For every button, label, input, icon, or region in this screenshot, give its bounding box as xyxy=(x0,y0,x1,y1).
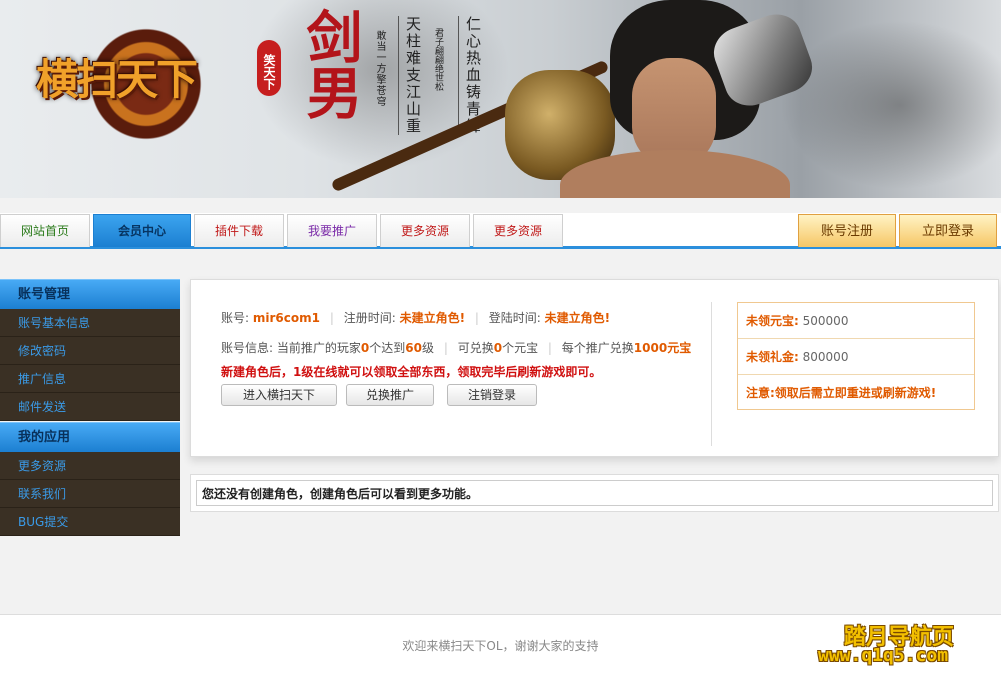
register-time-value: 未建立角色! xyxy=(399,311,466,325)
info-promoted-count: 0 xyxy=(360,341,370,355)
separator: | xyxy=(547,341,552,355)
unclaimed-yuanbao-value: 500000 xyxy=(802,314,849,328)
info-text-d: 可兑换 xyxy=(457,341,494,355)
verse-small-2: 君子翩翩绝世松 xyxy=(433,28,443,91)
register-button[interactable]: 账号注册 xyxy=(798,214,896,247)
game-logo: 横扫天下 xyxy=(36,55,198,104)
tab-more-resources-2[interactable]: 更多资源 xyxy=(473,214,563,247)
info-text-b: 个达到 xyxy=(369,341,406,355)
vertical-divider xyxy=(711,302,712,446)
new-role-warning: 新建角色后，1级在线就可以领取全部东西，领取完毕后刷新游戏即可。 xyxy=(221,365,602,379)
account-row: 账号: mir6com1 | 注册时间: 未建立角色! | 登陆时间: 未建立角… xyxy=(221,309,610,326)
login-button[interactable]: 立即登录 xyxy=(899,214,997,247)
sidebar-section-account: 账号管理 xyxy=(0,279,180,309)
info-text-c: 级 xyxy=(421,341,434,355)
sidebar: 账号管理 账号基本信息 修改密码 推广信息 邮件发送 我的应用 更多资源 联系我… xyxy=(0,279,180,536)
info-level: 60 xyxy=(405,341,422,355)
unclaimed-gold-value: 800000 xyxy=(802,350,849,364)
sidebar-item-contact[interactable]: 联系我们 xyxy=(0,480,180,508)
tab-home[interactable]: 网站首页 xyxy=(0,214,90,247)
info-text-f: 每个推广兑换 xyxy=(561,341,634,355)
separator: | xyxy=(329,311,334,325)
verse-1: 天柱难支江山重 xyxy=(398,16,424,135)
login-time-label: 登陆时间: xyxy=(488,311,541,325)
main-nav: 网站首页 会员中心 插件下载 我要推广 更多资源 更多资源 账号注册 立即登录 xyxy=(0,213,1001,249)
enter-game-button[interactable]: 进入横扫天下 xyxy=(221,384,337,406)
calligraphy-title: 剑男 xyxy=(297,8,363,120)
no-role-notice: 您还没有创建角色，创建角色后可以看到更多功能。 xyxy=(196,480,993,506)
unclaimed-gold-row: 未领礼金: 800000 xyxy=(738,339,974,375)
tab-promote[interactable]: 我要推广 xyxy=(287,214,377,247)
notice-panel: 您还没有创建角色，创建角色后可以看到更多功能。 xyxy=(190,474,999,512)
footer: 欢迎来横扫天下OL，谢谢大家的支持 踏月导航页 www.q1q5.com xyxy=(0,614,1001,681)
verse-small-1: 敢当一方擎苍穹 xyxy=(374,30,385,107)
login-time-value: 未建立角色! xyxy=(544,311,611,325)
rewards-box: 未领元宝: 500000 未领礼金: 800000 注意:领取后需立即重进或刷新… xyxy=(737,302,975,410)
unclaimed-yuanbao-row: 未领元宝: 500000 xyxy=(738,303,974,339)
tab-more-resources-1[interactable]: 更多资源 xyxy=(380,214,470,247)
account-panel: 账号: mir6com1 | 注册时间: 未建立角色! | 登陆时间: 未建立角… xyxy=(190,279,999,457)
sidebar-item-more-resources[interactable]: 更多资源 xyxy=(0,452,180,480)
tab-plugin-download[interactable]: 插件下载 xyxy=(194,214,284,247)
register-time-label: 注册时间: xyxy=(343,311,396,325)
sidebar-item-send-mail[interactable]: 邮件发送 xyxy=(0,393,180,421)
info-label: 账号信息: xyxy=(221,341,274,355)
account-info-row: 账号信息: 当前推广的玩家0个达到60级 | 可兑换0个元宝 | 每个推广兑换1… xyxy=(221,339,691,356)
info-exchangeable: 0 xyxy=(493,341,503,355)
logout-button[interactable]: 注销登录 xyxy=(447,384,537,406)
account-value: mir6com1 xyxy=(252,311,320,325)
unclaimed-gold-label: 未领礼金: xyxy=(746,350,799,364)
info-text-e: 个元宝 xyxy=(502,341,539,355)
sidebar-item-bug-report[interactable]: BUG提交 xyxy=(0,508,180,536)
red-seal: 笑天下 xyxy=(257,40,281,96)
separator: | xyxy=(474,311,479,325)
reward-note: 注意:领取后需立即重进或刷新游戏! xyxy=(746,386,937,400)
separator: | xyxy=(443,341,448,355)
info-rate: 1000元宝 xyxy=(633,341,692,355)
watermark-url: www.q1q5.com xyxy=(818,645,949,666)
game-banner: 横扫天下 笑天下 剑男 敢当一方擎苍穹 天柱难支江山重 君子翩翩绝世松 仁心热血… xyxy=(0,0,1001,198)
unclaimed-yuanbao-label: 未领元宝: xyxy=(746,314,799,328)
sidebar-item-promotion-info[interactable]: 推广信息 xyxy=(0,365,180,393)
account-label: 账号: xyxy=(221,311,250,325)
exchange-promotion-button[interactable]: 兑换推广 xyxy=(346,384,434,406)
tab-member-center[interactable]: 会员中心 xyxy=(93,214,191,247)
sidebar-item-account-info[interactable]: 账号基本信息 xyxy=(0,309,180,337)
reward-note-row: 注意:领取后需立即重进或刷新游戏! xyxy=(738,375,974,411)
info-text-a: 当前推广的玩家 xyxy=(276,341,361,355)
sidebar-section-apps: 我的应用 xyxy=(0,422,180,452)
sidebar-item-change-password[interactable]: 修改密码 xyxy=(0,337,180,365)
